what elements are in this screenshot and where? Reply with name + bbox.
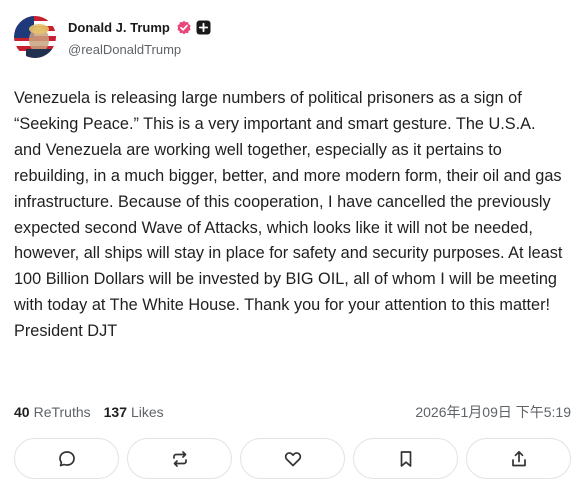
retruth-icon (172, 450, 187, 467)
comment-button[interactable] (14, 438, 119, 479)
retruths-count: 40 (14, 404, 30, 420)
bookmark-icon (400, 450, 411, 467)
share-button[interactable] (466, 438, 571, 479)
plus-square-icon (196, 20, 211, 35)
avatar[interactable] (14, 16, 56, 58)
like-button[interactable] (240, 438, 345, 479)
retruths-stat[interactable]: 40 ReTruths (14, 404, 91, 420)
likes-label: Likes (131, 404, 164, 420)
comment-icon (58, 450, 75, 466)
bookmark-button[interactable] (353, 438, 458, 479)
retruth-button[interactable] (127, 438, 232, 479)
action-bar (14, 438, 571, 479)
share-icon (511, 450, 526, 466)
author-info: Donald J. Trump @realDonaldTrump (68, 18, 211, 57)
name-row: Donald J. Trump (68, 18, 211, 38)
display-name[interactable]: Donald J. Trump (68, 20, 170, 35)
post-header: Donald J. Trump @realDonaldTrump (14, 14, 211, 60)
verified-badge-icon (176, 20, 192, 36)
avatar-flag-portrait (14, 16, 56, 58)
retruths-label: ReTruths (33, 404, 91, 420)
post-stats: 40 ReTruths 137 Likes 2026年1月09日 下午5:19 (14, 401, 571, 423)
post-timestamp[interactable]: 2026年1月09日 下午5:19 (415, 402, 571, 422)
user-handle[interactable]: @realDonaldTrump (68, 42, 211, 57)
likes-stat[interactable]: 137 Likes (104, 404, 164, 420)
likes-count: 137 (103, 404, 127, 420)
post-body-text: Venezuela is releasing large numbers of … (14, 89, 563, 341)
like-heart-icon (284, 451, 301, 466)
